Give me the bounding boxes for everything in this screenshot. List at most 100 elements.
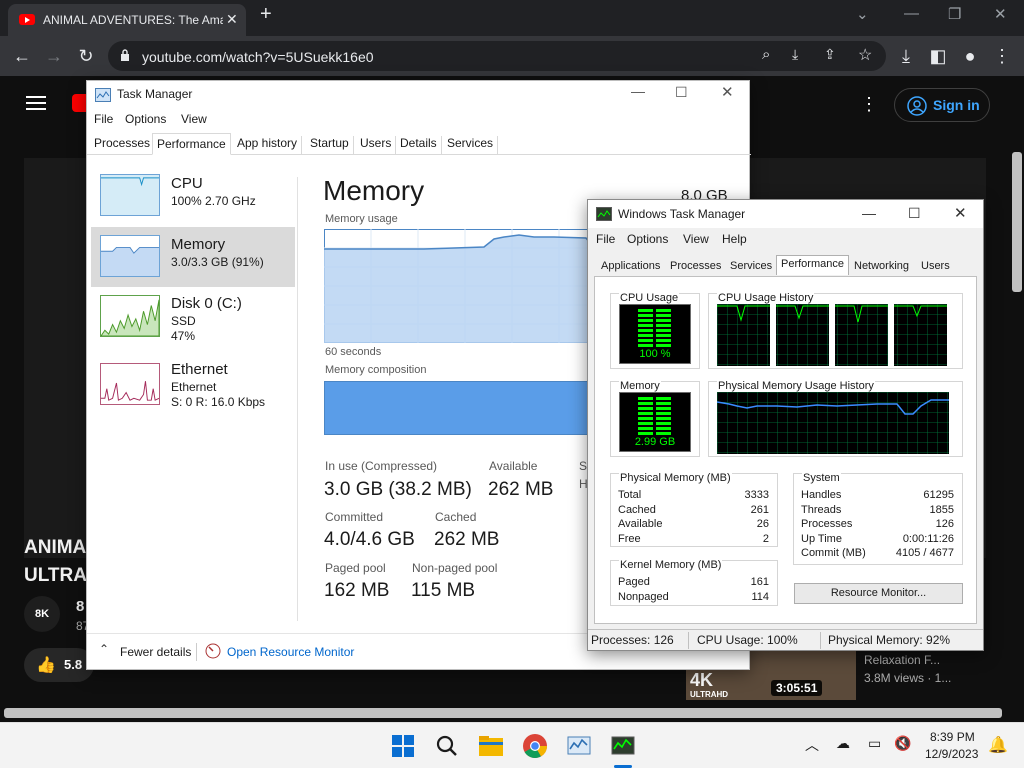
menu-help[interactable]: Help (722, 232, 747, 246)
minimize-window-icon[interactable]: — (904, 5, 919, 22)
windows-task-manager-window[interactable]: Windows Task Manager — ☐ ✕ File Options … (587, 199, 984, 651)
hamburger-menu-icon[interactable] (26, 96, 46, 110)
browser-tab-title: ANIMAL ADVENTURES: The Ama (43, 13, 223, 27)
close-icon[interactable]: ✕ (954, 204, 967, 222)
chrome-menu-icon[interactable]: ⋮ (990, 44, 1014, 68)
sidebar-sub: Ethernet (171, 380, 217, 394)
windows-taskbar: ︿ ☁ ▭ 🔇 8:39 PM 12/9/2023 🔔 (0, 722, 1024, 768)
chrome-icon[interactable] (521, 732, 549, 760)
new-tab-button[interactable]: + (260, 3, 272, 26)
bookmark-star-icon[interactable]: ☆ (858, 45, 872, 65)
settings-menu-icon[interactable]: ⋮ (860, 94, 878, 115)
menu-view[interactable]: View (683, 232, 709, 246)
tab-app-history[interactable]: App history (233, 136, 303, 155)
youtube-favicon-icon (19, 14, 35, 25)
cpu-usage-label: CPU Usage (619, 292, 680, 304)
display-icon[interactable]: ▭ (868, 735, 881, 752)
sidebar-item-memory[interactable]: Memory 3.0/3.3 GB (91%) (91, 227, 295, 287)
row-label: Threads (801, 504, 842, 516)
menu-options[interactable]: Options (125, 112, 166, 126)
reload-icon[interactable]: ↻ (74, 44, 98, 68)
paged-pool-value: 162 MB (324, 580, 390, 601)
tab-bar: Processes Performance App history Startu… (87, 133, 751, 155)
memory-gauge-bars (638, 397, 671, 435)
tab-services[interactable]: Services (726, 258, 776, 274)
clock-time[interactable]: 8:39 PM (930, 730, 975, 744)
sidebar-item-disk[interactable]: Disk 0 (C:) SSD 47% (91, 287, 295, 355)
4k-badge: 4K (690, 670, 714, 690)
volume-muted-icon[interactable]: 🔇 (894, 735, 911, 752)
task-manager-icon[interactable] (565, 732, 593, 760)
row-label: Processes (801, 518, 853, 530)
sidebar-item-ethernet[interactable]: Ethernet Ethernet S: 0 R: 16.0 Kbps (91, 355, 295, 419)
share-icon[interactable]: ⇪ (824, 46, 836, 63)
tab-applications[interactable]: Applications (597, 258, 664, 274)
menu-view[interactable]: View (181, 112, 207, 126)
minimize-icon[interactable]: — (631, 83, 645, 99)
video-title: ANIMA ULTRA (24, 537, 87, 586)
row-label: Total (618, 489, 642, 501)
search-icon[interactable]: ⌕ (762, 46, 770, 63)
vertical-scrollbar[interactable] (1012, 152, 1022, 292)
row-value: 4105 / 4677 (895, 547, 954, 559)
close-icon[interactable]: ✕ (721, 83, 734, 101)
forward-icon[interactable]: → (42, 44, 66, 68)
notification-bell-icon[interactable]: 🔔 (988, 735, 1008, 755)
menu-options[interactable]: Options (627, 232, 668, 246)
suggested-video-title[interactable]: Relaxation F... (864, 653, 940, 667)
like-button[interactable]: 👍 5.8 (24, 648, 94, 682)
tab-startup[interactable]: Startup (306, 136, 354, 155)
browser-tab[interactable]: ANIMAL ADVENTURES: The Ama ✕ (8, 4, 246, 36)
side-panel-icon[interactable]: ◧ (926, 44, 950, 68)
menu-file[interactable]: File (94, 112, 113, 126)
status-processes: Processes: 126 (591, 633, 674, 647)
page-title: Memory (323, 175, 425, 206)
maximize-icon[interactable]: ☐ (908, 205, 921, 222)
horizontal-scrollbar[interactable] (4, 708, 1002, 718)
tab-details[interactable]: Details (396, 136, 442, 155)
downloads-icon[interactable]: ⤓ (894, 44, 918, 68)
tab-processes[interactable]: Processes (666, 258, 725, 274)
ultrahd-badge: ULTRAHD (690, 690, 729, 699)
tab-networking[interactable]: Networking (850, 258, 913, 274)
kernel-memory-group: Kernel Memory (MB) Paged 161 Nonpaged 11… (610, 559, 778, 606)
windows-task-manager-icon[interactable] (609, 732, 637, 760)
search-icon[interactable] (433, 732, 461, 760)
restore-window-icon[interactable]: ❐ (948, 5, 961, 23)
row-label: Free (618, 533, 641, 545)
close-window-icon[interactable]: ✕ (994, 5, 1007, 23)
channel-avatar[interactable]: 8K (24, 596, 60, 632)
fewer-details-link[interactable]: Fewer details (120, 645, 191, 659)
network-icon[interactable]: ☁ (836, 735, 850, 752)
tab-search-icon[interactable]: ⌄ (856, 5, 869, 23)
tab-performance[interactable]: Performance (776, 255, 849, 275)
address-bar[interactable]: youtube.com/watch?v=5USuekk16e0 ⌕ ⤓ ⇪ ☆ (108, 41, 886, 71)
install-app-icon[interactable]: ⤓ (792, 46, 798, 63)
windows-start-icon[interactable] (389, 732, 417, 760)
row-value: 2 (762, 533, 769, 545)
menu-file[interactable]: File (596, 232, 615, 246)
tab-services[interactable]: Services (443, 136, 499, 155)
tab-users[interactable]: Users (917, 258, 954, 274)
browser-toolbar: ← → ↻ youtube.com/watch?v=5USuekk16e0 ⌕ … (0, 36, 1024, 76)
file-explorer-icon[interactable] (477, 732, 505, 760)
sign-in-button[interactable]: Sign in (894, 88, 990, 122)
tab-processes[interactable]: Processes (90, 136, 156, 155)
back-icon[interactable]: ← (10, 44, 34, 68)
resource-monitor-button[interactable]: Resource Monitor... (794, 583, 963, 604)
close-tab-icon[interactable]: ✕ (226, 11, 238, 28)
cpu-usage-gauge: 100 % (619, 304, 691, 364)
sidebar-item-cpu[interactable]: CPU 100% 2.70 GHz (91, 166, 295, 226)
status-physical-memory: Physical Memory: 92% (828, 633, 951, 647)
show-hidden-icons-icon[interactable]: ︿ (805, 735, 819, 755)
minimize-icon[interactable]: — (862, 205, 876, 221)
tab-performance[interactable]: Performance (152, 133, 231, 155)
ethernet-thumbnail-graph (100, 363, 160, 405)
channel-name[interactable]: 8 (76, 598, 84, 615)
profile-icon[interactable]: ● (958, 44, 982, 68)
open-resource-monitor-link[interactable]: Open Resource Monitor (227, 645, 354, 659)
committed-label: Committed (325, 510, 384, 524)
tab-users[interactable]: Users (356, 136, 397, 155)
maximize-icon[interactable]: ☐ (675, 84, 688, 101)
clock-date[interactable]: 12/9/2023 (925, 747, 978, 761)
